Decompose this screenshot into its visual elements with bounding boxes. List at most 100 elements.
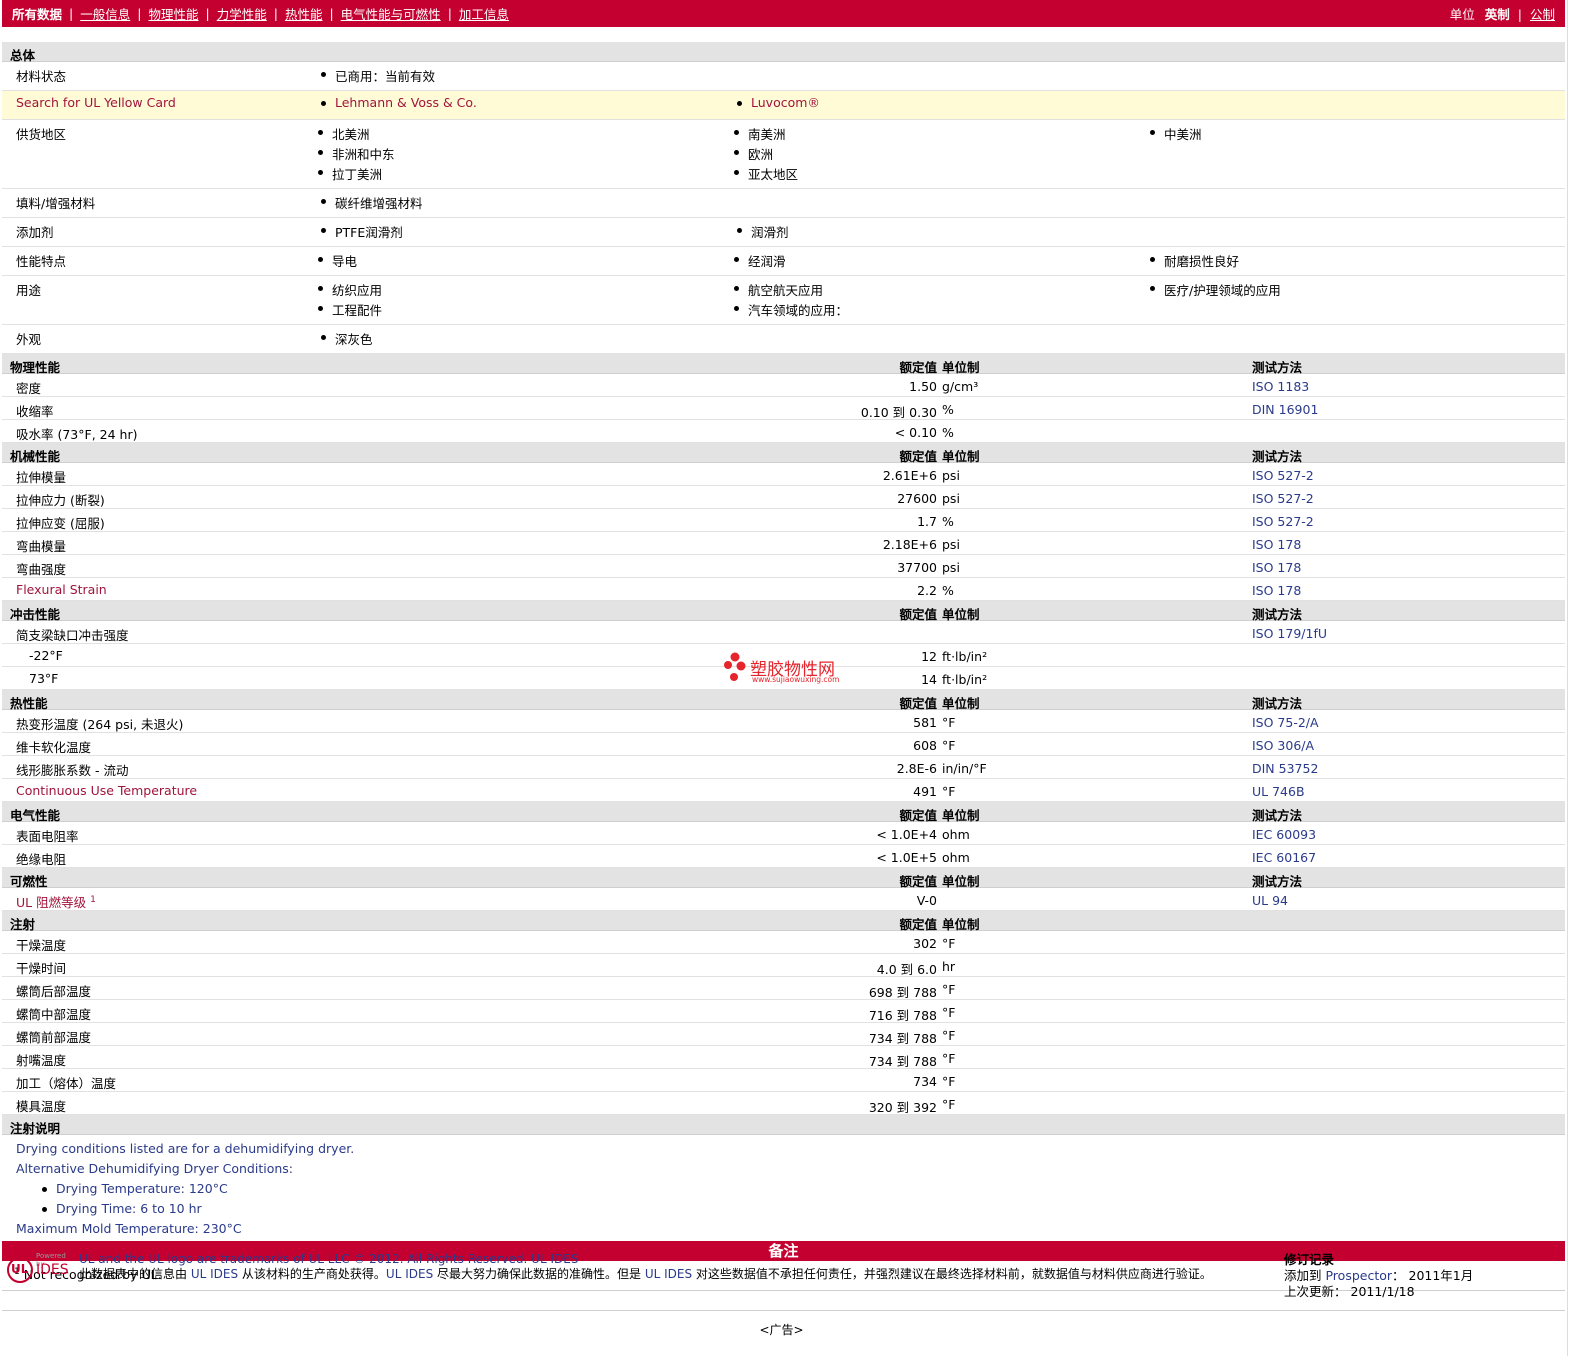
- test-method[interactable]: ISO 527-2: [1252, 514, 1314, 529]
- nav-mechanical[interactable]: 力学性能: [217, 4, 267, 23]
- section-header: 电气性能 额定值 单位制 测试方法: [2, 802, 1565, 823]
- property-label-text: 拉伸应变 (屈服): [16, 516, 105, 531]
- list-item[interactable]: Lehmann & Voss & Co.: [320, 95, 736, 115]
- property-unit: °F: [942, 936, 956, 951]
- test-method[interactable]: ISO 178: [1252, 583, 1301, 598]
- list-item: 润滑剂: [736, 222, 1152, 242]
- nav-processing[interactable]: 加工信息: [459, 4, 509, 23]
- general-values: 已商用：当前有效: [320, 66, 1565, 86]
- section-header: 机械性能 额定值 单位制 测试方法: [2, 443, 1565, 464]
- property-label-text: UL 阻燃等级: [16, 895, 87, 910]
- test-method[interactable]: ISO 527-2: [1252, 491, 1314, 506]
- general-col: 耐磨损性良好: [1149, 251, 1565, 271]
- property-unit: psi: [942, 468, 960, 483]
- legal-text-part: 尽最大努力确保此数据的准确性。但是: [433, 1267, 645, 1281]
- test-method[interactable]: ISO 179/1fU: [1252, 626, 1327, 641]
- section-nav: 所有数据 | 一般信息 | 物理性能 | 力学性能 | 热性能 | 电气性能与可燃性 | 加…: [12, 4, 509, 23]
- property-unit: °F: [942, 1005, 956, 1020]
- ul-ides-name: UL IDES: [385, 1267, 434, 1281]
- test-method[interactable]: IEC 60093: [1252, 827, 1316, 842]
- unit-metric[interactable]: 公制: [1530, 7, 1555, 22]
- property-value: 734 到 788: [868, 1031, 937, 1046]
- nav-thermal[interactable]: 热性能: [285, 4, 323, 23]
- property-row: 维卡软化温度 608 °F ISO 306/A: [2, 733, 1565, 756]
- property-row: UL 阻燃等级 1 V-0 UL 94: [2, 888, 1565, 911]
- property-label: 射嘴温度: [16, 1050, 66, 1069]
- updated-label: 上次更新：: [1284, 1284, 1347, 1299]
- property-label: 拉伸模量: [16, 467, 66, 486]
- property-label[interactable]: Flexural Strain: [16, 582, 107, 597]
- legal-text-part: 从该材料的生产商处获得。: [238, 1267, 386, 1281]
- property-unit: °F: [942, 715, 956, 730]
- general-values: 纺织应用 工程配件 航空航天应用 汽车领域的应用： 医疗/护理领域的应用: [317, 280, 1565, 320]
- general-values: PTFE润滑剂 润滑剂: [320, 222, 1565, 242]
- nav-general-info[interactable]: 一般信息: [80, 4, 130, 23]
- test-method[interactable]: DIN 53752: [1252, 761, 1318, 776]
- test-method[interactable]: ISO 75-2/A: [1252, 715, 1319, 730]
- ul-ides-name: UL IDES: [644, 1267, 693, 1281]
- watermark-url: www.sujiaowuxing.com: [752, 675, 840, 684]
- property-value: 734: [913, 1074, 937, 1089]
- general-label[interactable]: Search for UL Yellow Card: [2, 95, 320, 115]
- ad-placeholder[interactable]: <广告>: [0, 1321, 1563, 1338]
- property-label: 干燥时间: [16, 958, 66, 977]
- list-item: 汽车领域的应用：: [733, 300, 1149, 320]
- nav-all-data[interactable]: 所有数据: [12, 4, 62, 23]
- general-values: 导电 经润滑 耐磨损性良好: [317, 251, 1565, 271]
- revision-added: 添加到 Prospector： 2011年1月: [1284, 1268, 1473, 1284]
- ul-ides-link[interactable]: UL IDES: [531, 1252, 578, 1266]
- list-item: 航空航天应用: [733, 280, 1149, 300]
- list-item: 中美洲: [1149, 124, 1565, 144]
- property-row: 表面电阻率 < 1.0E+4 ohm IEC 60093: [2, 822, 1565, 845]
- property-row: 拉伸应变 (屈服) 1.7% ISO 527-2: [2, 509, 1565, 532]
- test-method[interactable]: UL 94: [1252, 893, 1288, 908]
- test-method[interactable]: ISO 1183: [1252, 379, 1309, 394]
- property-unit: °F: [942, 1074, 956, 1089]
- property-value: 1.50: [909, 379, 937, 394]
- general-col: 经润滑: [733, 251, 1149, 271]
- property-unit: ohm: [942, 850, 970, 865]
- nav-separator: |: [69, 6, 74, 21]
- scrollbar[interactable]: [1567, 0, 1587, 1356]
- property-label: 收缩率: [16, 401, 54, 420]
- general-col: 纺织应用 工程配件: [317, 280, 733, 320]
- legal-text: UL and the UL logo are trademarks of UL …: [79, 1252, 1264, 1282]
- section-header: 注射 额定值 单位制: [2, 911, 1565, 932]
- property-row: Continuous Use Temperature 491 °F UL 746B: [2, 779, 1565, 802]
- property-value: 2.2: [917, 583, 937, 598]
- general-col: 北美洲 非洲和中东 拉丁美洲: [317, 124, 733, 184]
- general-row: 添加剂 PTFE润滑剂 润滑剂: [2, 218, 1565, 247]
- property-label-text: 干燥时间: [16, 961, 67, 976]
- test-method[interactable]: ISO 178: [1252, 560, 1301, 575]
- list-item[interactable]: Luvocom®: [736, 95, 1152, 115]
- property-unit: °F: [942, 982, 956, 997]
- property-label-text: 加工（熔体）温度: [16, 1076, 117, 1091]
- property-label[interactable]: UL 阻燃等级 1: [16, 892, 96, 911]
- section-title: 注射说明: [10, 1121, 61, 1136]
- property-label[interactable]: Continuous Use Temperature: [16, 783, 197, 798]
- list-item: 深灰色: [320, 329, 736, 349]
- general-col: Lehmann & Voss & Co.: [320, 95, 736, 115]
- property-unit: %: [942, 514, 954, 529]
- test-method[interactable]: DIN 16901: [1252, 402, 1318, 417]
- list-item: 已商用：当前有效: [320, 66, 736, 86]
- list-item: 非洲和中东: [317, 144, 733, 164]
- general-label: 性能特点: [16, 254, 67, 269]
- test-method[interactable]: ISO 306/A: [1252, 738, 1314, 753]
- property-value: < 1.0E+5: [876, 850, 937, 865]
- test-method[interactable]: UL 746B: [1252, 784, 1305, 799]
- prospector-link[interactable]: Prospector: [1325, 1268, 1392, 1283]
- property-unit: in/in/°F: [942, 761, 987, 776]
- property-row: 模具温度 320 到 392 °F: [2, 1092, 1565, 1115]
- general-label: 用途: [16, 283, 42, 298]
- nav-physical[interactable]: 物理性能: [148, 4, 198, 23]
- test-method[interactable]: ISO 178: [1252, 537, 1301, 552]
- nav-electrical[interactable]: 电气性能与可燃性: [341, 4, 441, 23]
- property-label: 弯曲模量: [16, 536, 66, 555]
- revision-title: 修订记录: [1284, 1252, 1335, 1267]
- test-method[interactable]: ISO 527-2: [1252, 468, 1314, 483]
- footnote-marker[interactable]: 1: [90, 895, 96, 905]
- list-item: 欧洲: [733, 144, 1149, 164]
- legal-text-part: 对这些数据值不承担任何责任，并强烈建议在最终选择材料前，就数据值与材料供应商进行…: [692, 1267, 1212, 1281]
- test-method[interactable]: IEC 60167: [1252, 850, 1316, 865]
